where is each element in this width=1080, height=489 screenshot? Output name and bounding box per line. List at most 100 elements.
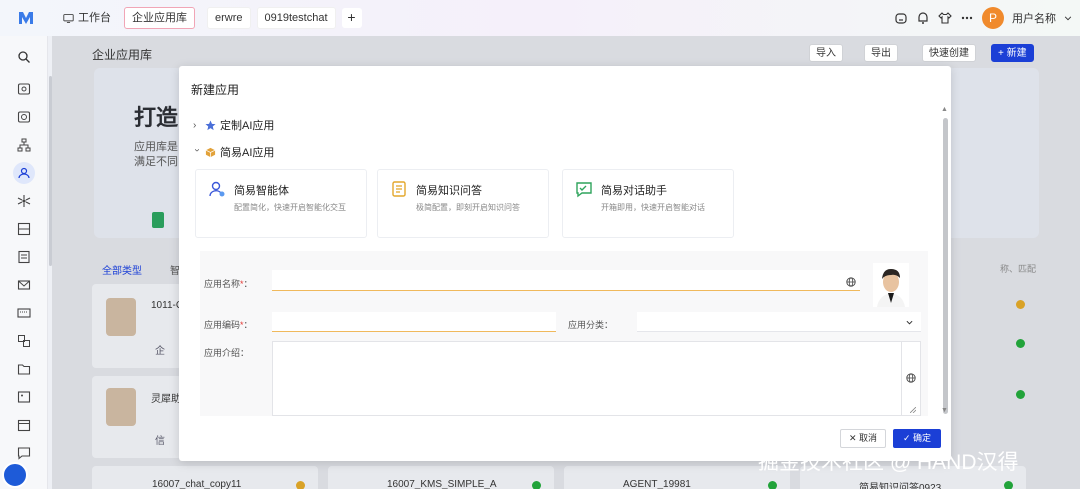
- app-intro-label: 应用介绍：: [204, 348, 250, 358]
- app-card-name: AGENT_19981: [623, 479, 691, 489]
- cube-icon: [205, 147, 216, 157]
- sidebar-grid-icon[interactable]: [17, 222, 31, 236]
- status-success-icon: [532, 481, 541, 489]
- new-app-button[interactable]: + 新建: [991, 44, 1034, 62]
- banner-title: 打造: [134, 105, 179, 130]
- app-intro-textarea[interactable]: [272, 341, 921, 416]
- tab-workbench[interactable]: 工作台: [56, 7, 118, 29]
- cancel-label: 取消: [859, 433, 878, 443]
- app-type-name: 简易知识问答: [416, 185, 482, 197]
- home-icon[interactable]: [894, 11, 908, 25]
- sidebar-dashboard-icon[interactable]: [17, 82, 31, 96]
- status-success-icon: [768, 481, 777, 489]
- confirm-label: 确定: [913, 433, 932, 443]
- banner-text-line1: 应用库是: [134, 141, 178, 153]
- tab-enterprise-app-library[interactable]: 企业应用库: [124, 7, 195, 29]
- chevron-down-icon: ›: [191, 148, 203, 152]
- app-code-label: 应用编码*：: [204, 320, 253, 330]
- resize-handle-icon[interactable]: [910, 407, 916, 413]
- add-tab-button[interactable]: +: [341, 8, 362, 28]
- quick-create-button[interactable]: 快速创建: [922, 44, 976, 62]
- page-title: 企业应用库: [92, 48, 153, 62]
- shirt-icon[interactable]: [938, 11, 952, 25]
- search-hint-partial: 称、匹配: [1000, 264, 1037, 274]
- group-simple-ai-app[interactable]: › 简易AI应用: [191, 144, 275, 160]
- star-icon: [205, 119, 216, 130]
- sidebar: [0, 36, 48, 489]
- scroll-up-arrow-icon[interactable]: ▲: [941, 106, 948, 113]
- agent-icon: [209, 181, 225, 197]
- sidebar-keyboard-icon[interactable]: [17, 306, 31, 320]
- tab-0919testchat[interactable]: 0919testchat: [256, 7, 336, 29]
- tab-label: 工作台: [78, 12, 111, 24]
- status-success-icon: [1004, 481, 1013, 489]
- chat-check-icon: [576, 182, 592, 198]
- sidebar-calendar-icon[interactable]: [17, 418, 31, 432]
- new-app-dialog: 新建应用 › 定制AI应用 › 简易AI应用 简易智能体 配置简化，快速开启智能…: [179, 66, 951, 461]
- sidebar-org-chart-icon[interactable]: [17, 138, 31, 152]
- sidebar-folder-icon[interactable]: [17, 362, 31, 376]
- app-type-name: 简易智能体: [234, 185, 289, 197]
- status-success-icon: [1016, 339, 1025, 348]
- chevron-down-icon: [906, 320, 913, 325]
- app-type-name: 简易对话助手: [601, 185, 667, 197]
- export-button[interactable]: 导出: [864, 44, 898, 62]
- sidebar-layers-icon[interactable]: [17, 334, 31, 348]
- import-button[interactable]: 导入: [809, 44, 843, 62]
- sidebar-assistant-icon[interactable]: [17, 110, 31, 124]
- group-label: 定制AI应用: [220, 120, 275, 132]
- more-icon[interactable]: [960, 11, 974, 25]
- app-card-tag: 企: [155, 346, 165, 357]
- monitor-icon: [63, 13, 74, 23]
- book-icon: [152, 212, 164, 228]
- top-right-actions: P 用户名称: [894, 0, 1072, 36]
- app-type-desc: 开箱即用，快速开启智能对话: [601, 203, 705, 212]
- top-bar: 工作台 企业应用库 erwre 0919testchat + P 用户名称: [0, 0, 1080, 36]
- app-type-card-simple-agent[interactable]: 简易智能体 配置简化，快速开启智能化交互: [195, 169, 367, 238]
- bell-icon[interactable]: [916, 11, 930, 25]
- status-warning-icon: [296, 481, 305, 489]
- app-logo-icon[interactable]: [18, 10, 34, 26]
- user-avatar[interactable]: P: [982, 7, 1004, 29]
- app-type-card-simple-chat[interactable]: 简易对话助手 开箱即用，快速开启智能对话: [562, 169, 734, 238]
- app-avatar-image[interactable]: [873, 263, 909, 307]
- sidebar-gallery-icon[interactable]: [17, 390, 31, 404]
- app-card-name: 简易知识问答0923: [859, 483, 942, 489]
- app-category-label: 应用分类：: [568, 320, 614, 330]
- sidebar-chat-icon[interactable]: [17, 446, 31, 460]
- status-warning-icon: [1016, 300, 1025, 309]
- sidebar-search-icon[interactable]: [17, 50, 31, 64]
- group-custom-ai-app[interactable]: › 定制AI应用: [193, 117, 274, 133]
- banner-text-line2: 满足不同: [134, 156, 178, 168]
- tab-erwre[interactable]: erwre: [207, 7, 251, 29]
- username[interactable]: 用户名称: [1012, 10, 1056, 26]
- check-icon: ✓: [902, 433, 911, 443]
- app-avatar: [106, 388, 136, 426]
- globe-icon[interactable]: [846, 277, 856, 287]
- knowledge-doc-icon: [392, 181, 406, 197]
- sidebar-network-icon[interactable]: [17, 194, 31, 208]
- app-category-select[interactable]: [637, 312, 921, 332]
- sidebar-document-icon[interactable]: [17, 250, 31, 264]
- chevron-down-icon[interactable]: [1064, 14, 1072, 22]
- close-icon: ✕: [848, 433, 857, 443]
- app-card-name: 灵犀助: [151, 394, 181, 405]
- globe-icon[interactable]: [906, 373, 916, 383]
- filter-all-types[interactable]: 全部类型: [102, 262, 142, 277]
- app-name-input[interactable]: [272, 270, 860, 291]
- group-label: 简易AI应用: [220, 147, 275, 159]
- sidebar-mail-icon[interactable]: [17, 278, 31, 292]
- floating-help-badge[interactable]: [2, 462, 28, 488]
- watermark: 掘金技术社区 @ HAND汉得: [758, 451, 1019, 474]
- app-code-input[interactable]: [272, 312, 556, 332]
- status-success-icon: [1016, 390, 1025, 399]
- app-type-card-simple-qa[interactable]: 简易知识问答 极简配置，即刻开启知识问答: [377, 169, 549, 238]
- sidebar-app-library-icon[interactable]: [13, 162, 35, 184]
- app-type-desc: 极简配置，即刻开启知识问答: [416, 203, 520, 212]
- dialog-scrollbar[interactable]: [943, 118, 948, 414]
- app-type-desc: 配置简化，快速开启智能化交互: [234, 203, 346, 212]
- dialog-title: 新建应用: [191, 83, 240, 97]
- app-name-label: 应用名称*：: [204, 279, 253, 289]
- scroll-down-arrow-icon[interactable]: ▼: [941, 407, 948, 414]
- app-card-name: 16007_KMS_SIMPLE_A: [387, 479, 497, 489]
